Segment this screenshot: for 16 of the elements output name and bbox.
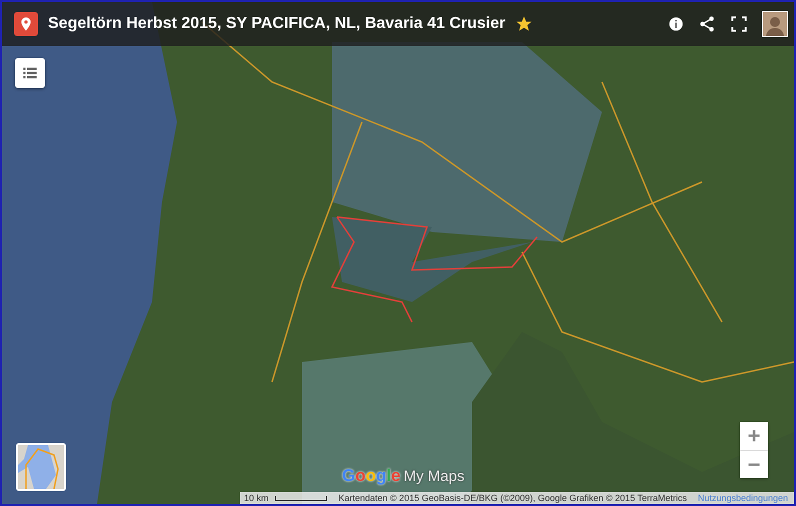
zoom-out-button[interactable]: − [740, 450, 768, 478]
avatar-icon[interactable] [762, 11, 788, 37]
map-pin-icon [14, 12, 38, 36]
scale-bar [274, 496, 327, 500]
star-icon[interactable] [515, 15, 534, 33]
my-maps-logo: My Maps [404, 468, 464, 485]
map-title: Segeltörn Herbst 2015, SY PACIFICA, NL, Bavaria 41 Crusier [48, 15, 506, 33]
legend-button[interactable] [15, 58, 45, 88]
fullscreen-icon[interactable] [730, 15, 748, 33]
scale-label: 10 km [244, 493, 269, 503]
terms-link[interactable]: Nutzungsbedingungen [698, 493, 794, 503]
basemap-thumbnail-button[interactable] [16, 443, 66, 491]
share-icon[interactable] [698, 15, 716, 33]
info-icon[interactable] [668, 16, 684, 32]
attribution-text: Kartendaten © 2015 GeoBasis-DE/BKG (©2009), Google Grafiken © 2015 TerraMetrics [338, 493, 687, 503]
zoom-in-button[interactable]: + [740, 422, 768, 450]
